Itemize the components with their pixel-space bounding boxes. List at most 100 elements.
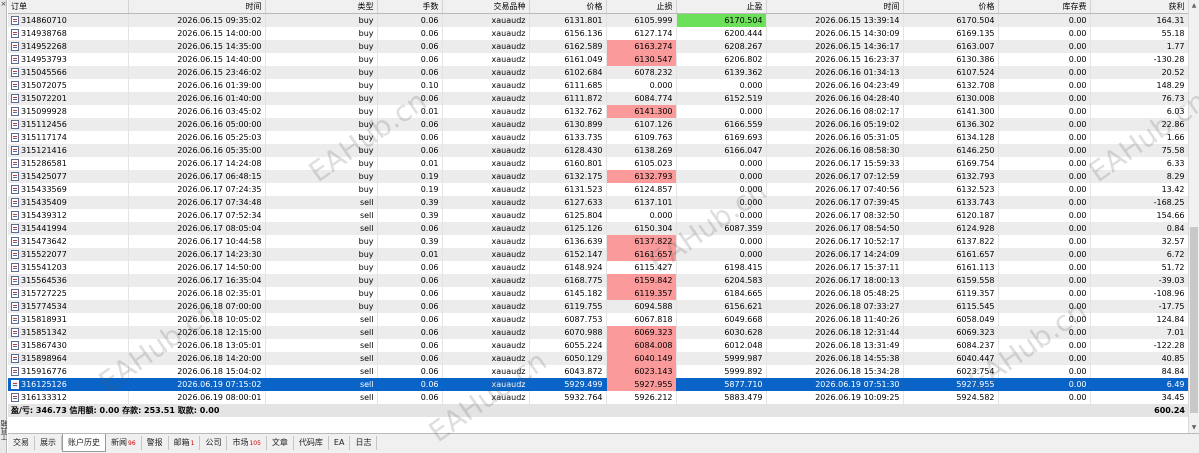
cell-stop-loss: 0.000 xyxy=(606,209,677,222)
order-doc-icon xyxy=(11,315,19,324)
table-row[interactable]: 315433569 2026.06.17 07:24:35 buy 0.19 xauau… xyxy=(8,183,1189,196)
col-header-sl[interactable]: 止损 xyxy=(606,0,677,14)
cell-trade-type: sell xyxy=(265,209,378,222)
col-header-lots[interactable]: 手数 xyxy=(377,0,443,14)
table-row[interactable]: 315099928 2026.06.16 03:45:02 buy 0.01 xauau… xyxy=(8,105,1189,118)
cell-trade-type: buy xyxy=(265,183,378,196)
cell-open-price: 6161.049 xyxy=(529,53,607,66)
cell-symbol: xauaudz xyxy=(442,53,530,66)
table-row[interactable]: 315564536 2026.06.17 16:35:04 buy 0.06 xauau… xyxy=(8,274,1189,287)
cell-close-price: 6120.187 xyxy=(903,209,999,222)
table-row[interactable]: 315439312 2026.06.17 07:52:34 sell 0.39 xaua… xyxy=(8,209,1189,222)
cell-order-id: 315867430 xyxy=(8,339,129,352)
cell-profit: 6.49 xyxy=(1090,378,1189,391)
table-row[interactable]: 315851342 2026.06.18 12:15:00 sell 0.06 xaua… xyxy=(8,326,1189,339)
table-row[interactable]: 314860710 2026.06.15 09:35:02 buy 0.06 xauau… xyxy=(8,13,1189,27)
cell-open-price: 6162.589 xyxy=(529,40,607,53)
cell-open-time: 2026.06.17 14:24:08 xyxy=(128,157,266,170)
cell-close-time: 2026.06.15 16:23:37 xyxy=(766,53,904,66)
col-header-open-price[interactable]: 价格 xyxy=(529,0,607,14)
cell-profit: 154.66 xyxy=(1090,209,1189,222)
tab-9[interactable]: 代码库 xyxy=(294,436,329,450)
cell-trade-type: buy xyxy=(265,79,378,92)
table-row[interactable]: 315898964 2026.06.18 14:20:00 sell 0.06 xaua… xyxy=(8,352,1189,365)
tab-7[interactable]: 市场105 xyxy=(227,436,267,450)
cell-take-profit: 6049.668 xyxy=(676,313,767,326)
tab-10[interactable]: EA xyxy=(329,436,351,450)
tab-1[interactable]: 展示 xyxy=(35,436,62,450)
order-id-text: 315541203 xyxy=(21,263,67,272)
cell-close-time: 2026.06.16 08:58:30 xyxy=(766,144,904,157)
history-table: 订单 时间 类型 手数 交易品种 价格 止损 止盈 时间 价格 库存费 获利 3… xyxy=(8,0,1189,417)
cell-open-price: 6132.762 xyxy=(529,105,607,118)
table-row[interactable]: 315112456 2026.06.16 05:00:00 buy 0.06 xauau… xyxy=(8,118,1189,131)
tab-6[interactable]: 公司 xyxy=(200,436,228,450)
cell-swap: 0.00 xyxy=(998,352,1091,365)
tab-label: 新闻 xyxy=(111,438,127,447)
table-row[interactable]: 315117174 2026.06.16 05:25:03 buy 0.06 xauau… xyxy=(8,131,1189,144)
tab-11[interactable]: 日志 xyxy=(350,436,378,450)
tab-4[interactable]: 警报 xyxy=(142,436,169,450)
col-header-open-time[interactable]: 时间 xyxy=(128,0,266,14)
tab-8[interactable]: 文章 xyxy=(267,436,294,450)
table-row[interactable]: 315072201 2026.06.16 01:40:00 buy 0.06 xauau… xyxy=(8,92,1189,105)
order-doc-icon xyxy=(11,224,19,233)
table-row[interactable]: 315541203 2026.06.17 14:50:00 buy 0.06 xauau… xyxy=(8,261,1189,274)
cell-profit: 1.77 xyxy=(1090,40,1189,53)
cell-swap: 0.00 xyxy=(998,378,1091,391)
col-header-order[interactable]: 订单 xyxy=(8,0,129,14)
table-row[interactable]: 315425077 2026.06.17 06:48:15 buy 0.19 xauau… xyxy=(8,170,1189,183)
table-row[interactable]: 314938768 2026.06.15 14:00:00 buy 0.06 xauau… xyxy=(8,27,1189,40)
table-row[interactable]: 315441994 2026.06.17 08:05:04 sell 0.06 xaua… xyxy=(8,222,1189,235)
order-doc-icon xyxy=(11,29,19,38)
table-row[interactable]: 314952268 2026.06.15 14:35:00 buy 0.06 xauau… xyxy=(8,40,1189,53)
table-row[interactable]: 315072075 2026.06.16 01:39:00 buy 0.10 xauau… xyxy=(8,79,1189,92)
col-header-tp[interactable]: 止盈 xyxy=(676,0,767,14)
close-icon[interactable]: × xyxy=(0,0,7,9)
vertical-scrollbar[interactable]: ▲ ▼ xyxy=(1188,0,1199,433)
table-row[interactable]: 315045566 2026.06.15 23:46:02 buy 0.06 xauau… xyxy=(8,66,1189,79)
table-row[interactable]: 315916776 2026.06.18 15:04:02 sell 0.06 xaua… xyxy=(8,365,1189,378)
cell-open-price: 6152.147 xyxy=(529,248,607,261)
table-row[interactable]: 316133312 2026.06.19 08:00:01 sell 0.06 xaua… xyxy=(8,391,1189,404)
table-row[interactable]: 315473642 2026.06.17 10:44:58 buy 0.39 xauau… xyxy=(8,235,1189,248)
cell-close-time: 2026.06.17 14:24:09 xyxy=(766,248,904,261)
table-row[interactable]: 315727225 2026.06.18 02:35:01 buy 0.06 xauau… xyxy=(8,287,1189,300)
cell-open-time: 2026.06.18 13:05:01 xyxy=(128,339,266,352)
cell-open-price: 6156.136 xyxy=(529,27,607,40)
table-row[interactable]: 315435409 2026.06.17 07:34:48 sell 0.39 xaua… xyxy=(8,196,1189,209)
table-row[interactable]: 315774534 2026.06.18 07:00:00 buy 0.06 xauau… xyxy=(8,300,1189,313)
table-row[interactable]: 315522077 2026.06.17 14:23:30 buy 0.01 xauau… xyxy=(8,248,1189,261)
table-row[interactable]: 316125126 2026.06.19 07:15:02 sell 0.06 xaua… xyxy=(8,378,1189,391)
cell-close-time: 2026.06.17 15:37:11 xyxy=(766,261,904,274)
cell-open-price: 6148.924 xyxy=(529,261,607,274)
table-row[interactable]: 314953793 2026.06.15 14:40:00 buy 0.06 xauau… xyxy=(8,53,1189,66)
cell-order-id: 316125126 xyxy=(8,378,129,391)
tab-5[interactable]: 邮箱1 xyxy=(169,436,201,450)
scroll-down-icon[interactable]: ▼ xyxy=(1189,422,1199,433)
cell-symbol: xauaudz xyxy=(442,27,530,40)
tab-2[interactable]: 账户历史 xyxy=(62,434,106,452)
col-header-profit[interactable]: 获利 xyxy=(1090,0,1189,14)
table-row[interactable]: 315818931 2026.06.18 10:05:02 sell 0.06 xaua… xyxy=(8,313,1189,326)
scroll-thumb[interactable] xyxy=(1190,227,1198,413)
table-row[interactable]: 315121416 2026.06.16 05:35:00 buy 0.06 xauau… xyxy=(8,144,1189,157)
col-header-swap[interactable]: 库存费 xyxy=(998,0,1091,14)
cell-take-profit: 5883.479 xyxy=(676,391,767,404)
tab-3[interactable]: 新闻96 xyxy=(106,436,142,450)
order-doc-icon xyxy=(11,146,19,155)
col-header-symbol[interactable]: 交易品种 xyxy=(442,0,530,14)
tab-0[interactable]: 交易 xyxy=(8,436,35,450)
cell-open-price: 6087.753 xyxy=(529,313,607,326)
cell-trade-type: buy xyxy=(265,105,378,118)
table-row[interactable]: 315286581 2026.06.17 14:24:08 buy 0.01 xauau… xyxy=(8,157,1189,170)
table-row[interactable]: 315867430 2026.06.18 13:05:01 sell 0.06 xaua… xyxy=(8,339,1189,352)
cell-open-time: 2026.06.16 05:25:03 xyxy=(128,131,266,144)
scroll-up-icon[interactable]: ▲ xyxy=(1189,0,1199,11)
cell-open-price: 5932.764 xyxy=(529,391,607,404)
cell-open-time: 2026.06.17 16:35:04 xyxy=(128,274,266,287)
col-header-close-price[interactable]: 价格 xyxy=(903,0,999,14)
order-id-text: 315441994 xyxy=(21,224,67,233)
col-header-type[interactable]: 类型 xyxy=(265,0,378,14)
col-header-close-time[interactable]: 时间 xyxy=(766,0,904,14)
